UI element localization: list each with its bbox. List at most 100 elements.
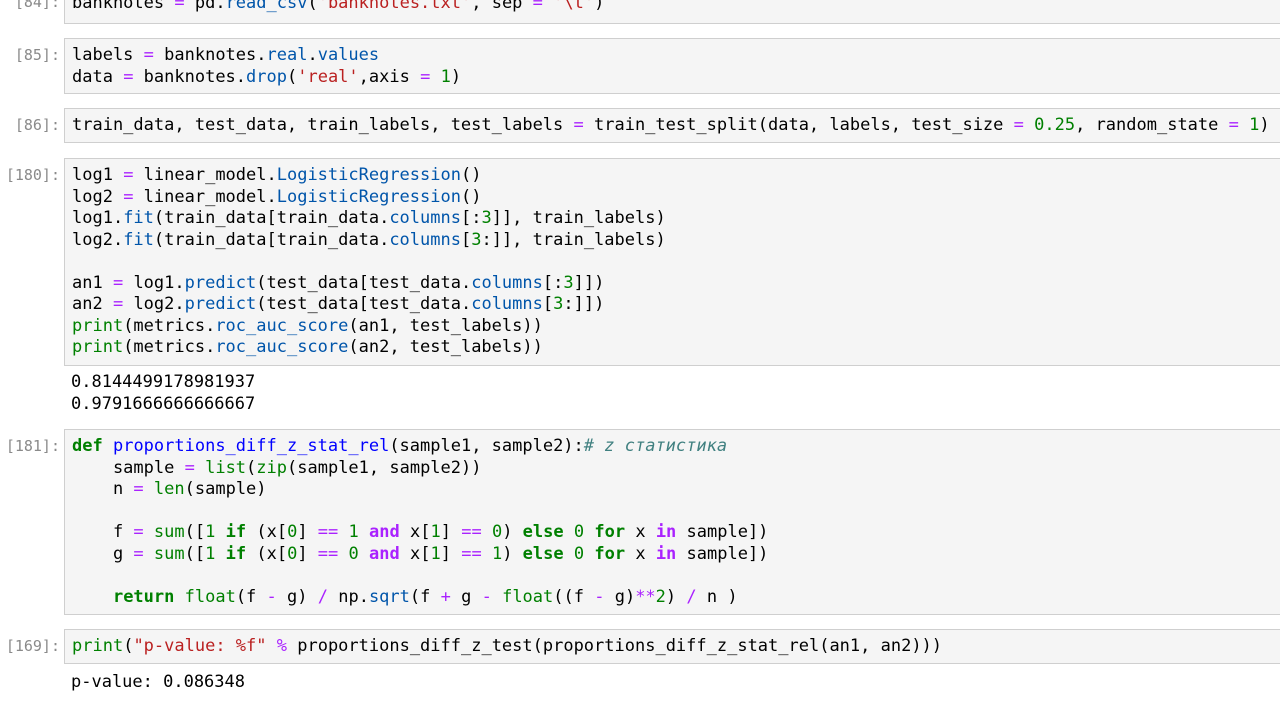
code-token: float <box>502 586 554 607</box>
code-line: an2 = log2.predict(test_data[test_data.c… <box>72 294 1280 316</box>
execution-prompt: [169]: <box>5 637 60 655</box>
code-input[interactable]: print("p-value: %f" % proportions_diff_z… <box>64 629 1280 664</box>
code-token: 0 <box>287 522 298 542</box>
code-input[interactable]: def proportions_diff_z_stat_rel(sample1,… <box>64 429 1280 615</box>
code-token: 3 <box>553 294 564 314</box>
code-token: (train_data[train_data. <box>153 208 390 228</box>
code-line: print(metrics.roc_auc_score(an1, test_la… <box>72 316 1280 338</box>
code-token: sum <box>153 543 185 564</box>
code-token: ( <box>123 636 134 656</box>
code-token: ** <box>635 586 656 607</box>
cell-output: 0.8144499178981937 0.9791666666666667 <box>71 372 1280 415</box>
code-line: data = banknotes.drop('real',axis = 1) <box>72 67 1280 89</box>
code-token: train_data, test_data, train_labels, tes… <box>72 115 574 135</box>
code-token: (train_data[train_data. <box>153 229 390 250</box>
code-token: zip <box>256 457 288 478</box>
code-line: print(metrics.roc_auc_score(an2, test_la… <box>72 337 1280 359</box>
code-token: in <box>655 522 677 542</box>
code-token: sample <box>72 457 185 478</box>
code-token: ( <box>286 66 298 87</box>
code-token: 1 <box>1249 115 1260 135</box>
code-token: - <box>594 586 605 607</box>
code-token: = <box>184 457 195 478</box>
code-token: log1 <box>72 165 124 185</box>
code-token: - <box>481 586 492 607</box>
code-token: banknotes <box>72 0 175 13</box>
code-token: fit <box>123 229 154 250</box>
code-token: () <box>460 165 482 185</box>
code-token: [: <box>460 208 482 228</box>
code-token: n <box>72 479 134 499</box>
code-token: 1 <box>491 543 503 564</box>
code-line: n = len(sample) <box>72 479 1280 501</box>
code-token: print <box>72 315 124 336</box>
code-token: (an2, test_labels)) <box>348 337 543 357</box>
code-token: = <box>420 66 431 87</box>
code-input[interactable]: log1 = linear_model.LogisticRegression()… <box>64 158 1280 366</box>
code-token: , sep <box>471 0 533 13</box>
code-line: log2.fit(train_data[train_data.columns[3… <box>72 230 1280 252</box>
code-token: ) <box>502 543 523 564</box>
code-token: linear_model. <box>133 186 277 207</box>
code-token: '\t' <box>553 0 595 13</box>
code-line: f = sum([1 if (x[0] == 1 and x[1] == 0) … <box>72 522 1280 544</box>
code-token: # z статистика <box>583 436 728 456</box>
code-input[interactable]: banknotes = pd.read_csv('banknotes.txt',… <box>64 0 1280 24</box>
code-token: if <box>225 522 247 542</box>
code-token: == <box>317 522 339 542</box>
code-token: return <box>112 586 175 607</box>
code-token: banknotes. <box>133 66 247 87</box>
code-token: linear_model. <box>133 165 277 185</box>
code-token: 2 <box>655 586 666 607</box>
code-token: 1 <box>205 543 216 564</box>
code-token: "p-value: %f" <box>133 636 267 656</box>
code-token: g <box>450 586 482 607</box>
code-token: 0.25 <box>1034 115 1076 135</box>
code-token: x <box>625 522 656 542</box>
code-token: 0 <box>287 543 298 564</box>
code-token: (an1, test_labels)) <box>348 315 543 336</box>
code-token: ((f <box>553 586 595 607</box>
code-token: (sample) <box>184 479 267 499</box>
code-token: columns <box>389 208 461 228</box>
code-token: np. <box>327 586 369 607</box>
code-token: (sample1, sample2)) <box>287 457 482 478</box>
code-token: drop <box>246 66 287 87</box>
code-token: def <box>72 436 103 456</box>
code-token: x <box>625 543 656 564</box>
code-token: (x[ <box>246 543 288 564</box>
execution-prompt: [85]: <box>14 46 60 64</box>
code-token: train_test_split(data, labels, test_size <box>583 115 1014 135</box>
code-token: - <box>266 586 277 607</box>
code-token: x[ <box>399 543 431 564</box>
code-token: % <box>276 636 287 656</box>
code-token: () <box>460 186 482 207</box>
code-line: g = sum([1 if (x[0] == 0 and x[1] == 1) … <box>72 544 1280 566</box>
code-token: predict <box>184 272 257 293</box>
code-token: ) <box>450 66 462 87</box>
code-token: ) <box>1259 115 1270 135</box>
code-token: 3 <box>471 229 482 250</box>
code-token: == <box>461 522 482 542</box>
code-token: log2. <box>123 294 185 314</box>
code-token: and <box>369 522 400 542</box>
code-token: (x[ <box>246 522 288 542</box>
code-input[interactable]: labels = banknotes.real.values data = ban… <box>64 38 1280 94</box>
code-token: = <box>133 543 144 564</box>
code-token: [ <box>542 294 554 314</box>
code-token: = <box>123 66 134 87</box>
code-token: ) <box>594 0 605 13</box>
code-token: sample]) <box>676 522 769 542</box>
code-line: labels = banknotes.real.values <box>72 45 1280 67</box>
code-token: sample]) <box>676 543 769 564</box>
code-input[interactable]: train_data, test_data, train_labels, tes… <box>64 108 1280 143</box>
